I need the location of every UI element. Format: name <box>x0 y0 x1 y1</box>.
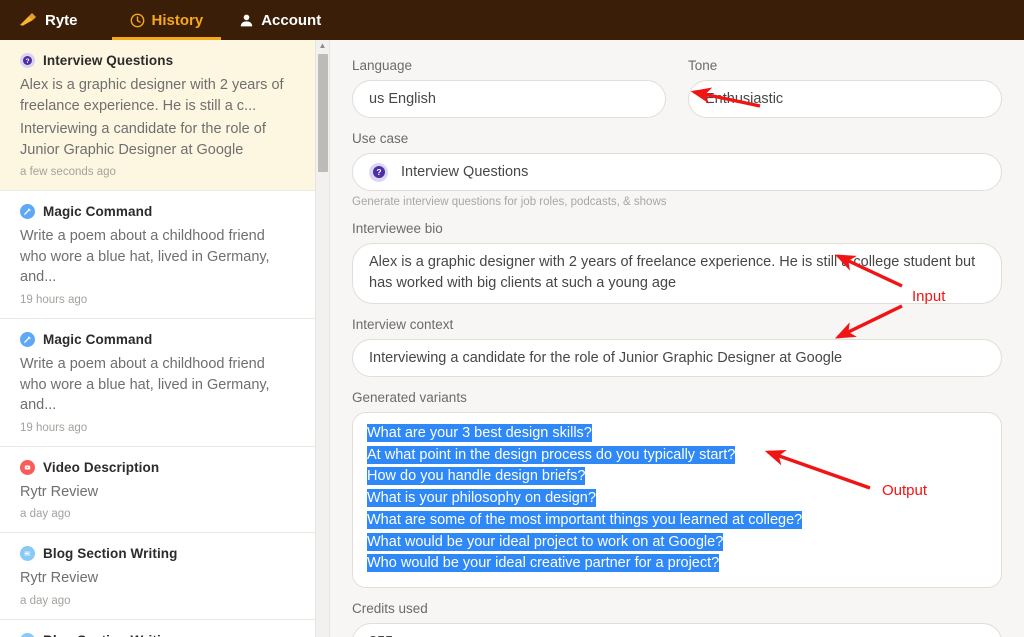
variant-line: What are your 3 best design skills? <box>367 423 987 445</box>
generated-variants-group: Generated variants What are your 3 best … <box>352 390 1002 588</box>
variant-line: At what point in the design process do y… <box>367 445 987 467</box>
question-badge-icon: ? <box>20 53 35 68</box>
use-case-select[interactable]: ? Interview Questions <box>352 153 1002 191</box>
list-item-text: Rytr Review <box>20 568 295 589</box>
tone-select[interactable]: Enthusiastic <box>688 80 1002 118</box>
list-item-title: Magic Command <box>43 332 152 347</box>
list-item-title: Interview Questions <box>43 53 173 68</box>
interview-context-field-group: Interview context Interviewing a candida… <box>352 317 1002 377</box>
use-case-field-group: Use case ? Interview Questions Generate … <box>352 131 1002 208</box>
nav-tab-account[interactable]: Account <box>221 0 339 40</box>
variant-line: Who would be your ideal creative partner… <box>367 553 987 575</box>
credits-used-group: Credits used 355 <box>352 601 1002 637</box>
scroll-up-arrow-icon[interactable]: ▲ <box>316 42 329 50</box>
list-item-text: Alex is a graphic designer with 2 years … <box>20 75 295 116</box>
user-icon <box>239 13 254 28</box>
interview-context-label: Interview context <box>352 317 1002 332</box>
variant-line: What would be your ideal project to work… <box>367 532 987 554</box>
variant-text: What is your philosophy on design? <box>367 489 596 507</box>
list-item-title: Magic Command <box>43 204 152 219</box>
variant-line: How do you handle design briefs? <box>367 466 987 488</box>
tone-label: Tone <box>688 58 1002 73</box>
list-item[interactable]: Magic Command Write a poem about a child… <box>0 191 315 319</box>
credits-used-value: 355 <box>352 623 1002 637</box>
list-item-header: Blog Section Writing <box>20 546 295 561</box>
interviewee-bio-input[interactable]: Alex is a graphic designer with 2 years … <box>352 243 1002 304</box>
language-label: Language <box>352 58 666 73</box>
interviewee-bio-field-group: Interviewee bio Alex is a graphic design… <box>352 221 1002 304</box>
generated-variants-output[interactable]: What are your 3 best design skills? At w… <box>352 412 1002 588</box>
brand-label: Ryte <box>45 12 78 29</box>
list-item-text: Rytr Review <box>20 482 295 503</box>
list-item-timestamp: a day ago <box>20 508 295 520</box>
list-item-header: ? Interview Questions <box>20 53 295 68</box>
variant-text: What are some of the most important thin… <box>367 511 802 529</box>
list-item[interactable]: Blog Section Writing Rytr Review a day a… <box>0 533 315 620</box>
top-navigation-bar: Ryte History Account <box>0 0 1024 40</box>
nav-tab-history[interactable]: History <box>112 0 222 40</box>
variant-line: What is your philosophy on design? <box>367 488 987 510</box>
use-case-helper-text: Generate interview questions for job rol… <box>352 196 1002 208</box>
use-case-label: Use case <box>352 131 1002 146</box>
nav-tab-history-label: History <box>152 12 204 29</box>
list-item-header: Magic Command <box>20 204 295 219</box>
list-item-header: Video Description <box>20 460 295 475</box>
list-item-timestamp: 19 hours ago <box>20 294 295 306</box>
magic-wand-badge-icon <box>20 332 35 347</box>
list-item[interactable]: Video Description Rytr Review a day ago <box>0 447 315 534</box>
credits-used-label: Credits used <box>352 601 1002 616</box>
language-field-group: Language us English <box>352 58 666 118</box>
language-tone-row: Language us English Tone Enthusiastic <box>352 58 1002 118</box>
variant-text: At what point in the design process do y… <box>367 446 735 464</box>
history-list: ? Interview Questions Alex is a graphic … <box>0 40 315 637</box>
svg-text:?: ? <box>376 167 381 177</box>
variant-text: How do you handle design briefs? <box>367 467 585 485</box>
sidebar-scrollbar[interactable]: ▲ <box>315 40 329 637</box>
scrollbar-thumb[interactable] <box>318 54 328 172</box>
text-lines-badge-icon <box>20 633 35 637</box>
language-select[interactable]: us English <box>352 80 666 118</box>
pen-logo-icon <box>18 12 38 28</box>
variant-text: Who would be your ideal creative partner… <box>367 554 719 572</box>
variant-text: What would be your ideal project to work… <box>367 533 723 551</box>
app-body: ? Interview Questions Alex is a graphic … <box>0 40 1024 637</box>
history-sidebar: ? Interview Questions Alex is a graphic … <box>0 40 330 637</box>
list-item-text: Interviewing a candidate for the role of… <box>20 119 295 160</box>
list-item-text: Write a poem about a childhood friend wh… <box>20 354 295 416</box>
list-item[interactable]: Blog Section Writing Always book accommo… <box>0 620 315 637</box>
svg-text:?: ? <box>25 58 29 65</box>
list-item-title: Video Description <box>43 460 159 475</box>
list-item[interactable]: Magic Command Write a poem about a child… <box>0 319 315 447</box>
list-item-timestamp: 19 hours ago <box>20 422 295 434</box>
list-item-header: Blog Section Writing <box>20 633 295 637</box>
text-lines-badge-icon <box>20 546 35 561</box>
variant-text: What are your 3 best design skills? <box>367 424 592 442</box>
list-item[interactable]: ? Interview Questions Alex is a graphic … <box>0 40 315 191</box>
list-item-timestamp: a few seconds ago <box>20 166 295 178</box>
nav-tab-account-label: Account <box>261 12 321 29</box>
generated-variants-label: Generated variants <box>352 390 1002 405</box>
tone-field-group: Tone Enthusiastic <box>688 58 1002 118</box>
use-case-value-wrap: ? Interview Questions <box>369 163 528 182</box>
main-content: Language us English Tone Enthusiastic Us… <box>330 40 1024 637</box>
interviewee-bio-label: Interviewee bio <box>352 221 1002 236</box>
list-item-header: Magic Command <box>20 332 295 347</box>
use-case-value: Interview Questions <box>401 164 528 180</box>
list-item-timestamp: a day ago <box>20 595 295 607</box>
question-badge-icon: ? <box>369 163 388 182</box>
variant-line: What are some of the most important thin… <box>367 510 987 532</box>
interview-context-input[interactable]: Interviewing a candidate for the role of… <box>352 339 1002 377</box>
video-badge-icon <box>20 460 35 475</box>
magic-wand-badge-icon <box>20 204 35 219</box>
list-item-title: Blog Section Writing <box>43 633 178 637</box>
list-item-text: Write a poem about a childhood friend wh… <box>20 226 295 288</box>
list-item-title: Blog Section Writing <box>43 546 178 561</box>
brand-logo[interactable]: Ryte <box>14 0 112 40</box>
clock-icon <box>130 13 145 28</box>
